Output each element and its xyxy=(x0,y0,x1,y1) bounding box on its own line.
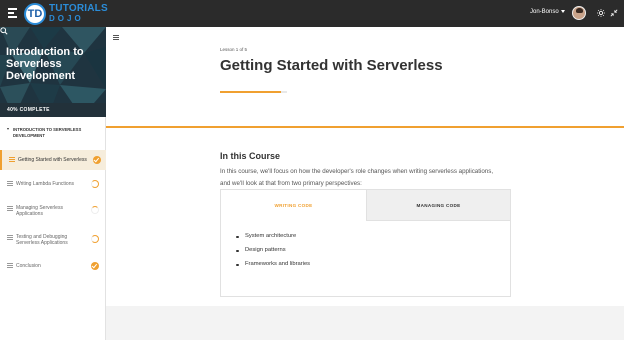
check-circle-icon xyxy=(91,262,99,270)
lesson-icon xyxy=(9,157,15,162)
lesson-icon xyxy=(7,206,13,211)
list-item: Design patterns xyxy=(236,247,310,261)
lesson-label[interactable]: Writing Lambda Functions xyxy=(16,181,90,187)
list-item: Frameworks and libraries xyxy=(236,261,310,275)
lesson-item-managing-serverless[interactable]: Managing Serverless Applications xyxy=(0,202,106,222)
tab-writing-code[interactable]: WRITING CODE xyxy=(221,190,366,221)
lesson-icon xyxy=(7,235,13,240)
lesson-icon xyxy=(7,263,13,268)
progress-ring-icon xyxy=(91,235,99,243)
logo-subtext[interactable]: DOJO xyxy=(49,14,84,23)
content-footer xyxy=(106,306,624,340)
top-bar: TD TUTORIALS DOJO Jon-Bonso xyxy=(0,0,624,27)
intro-text: In this course, we'll focus on how the d… xyxy=(220,168,494,187)
lesson-item-testing-debugging[interactable]: Testing and Debugging Serverless Applica… xyxy=(0,232,106,252)
chevron-down-icon[interactable] xyxy=(561,10,565,13)
caret-down-icon[interactable] xyxy=(7,128,9,130)
progress-ring-icon xyxy=(91,206,99,214)
sun-icon[interactable] xyxy=(597,9,605,17)
search-icon[interactable] xyxy=(0,27,8,35)
progress-ring-icon xyxy=(91,180,99,188)
check-circle-icon xyxy=(93,156,101,164)
title-underline xyxy=(220,91,281,93)
lesson-label[interactable]: Conclusion xyxy=(16,263,90,269)
bullet-list: System architecture Design patterns Fram… xyxy=(236,233,310,275)
lesson-content: Lesson 1 of 5 Getting Started with Serve… xyxy=(106,27,624,340)
avatar[interactable] xyxy=(572,6,586,20)
hamburger-icon[interactable] xyxy=(8,8,17,18)
user-name[interactable]: Jon-Bonso xyxy=(530,9,559,15)
collapse-icon[interactable] xyxy=(610,9,618,17)
lesson-item-conclusion[interactable]: Conclusion xyxy=(0,259,106,279)
lesson-icon xyxy=(7,181,13,186)
lesson-label[interactable]: Managing Serverless Applications xyxy=(16,205,90,217)
lesson-counter: Lesson 1 of 5 xyxy=(220,47,248,52)
lesson-item-writing-lambda[interactable]: Writing Lambda Functions xyxy=(0,174,106,194)
section-toggle[interactable]: INTRODUCTION TO SERVERLESS DEVELOPMENT xyxy=(7,127,102,138)
lesson-item-getting-started[interactable]: Getting Started with Serverless xyxy=(0,150,106,170)
list-item: System architecture xyxy=(236,233,310,247)
course-progress: 40% COMPLETE xyxy=(0,103,106,117)
section-title[interactable]: INTRODUCTION TO SERVERLESS DEVELOPMENT xyxy=(13,127,102,138)
course-title: Introduction to Serverless Development xyxy=(6,46,84,82)
tab-managing-code[interactable]: MANAGING CODE xyxy=(366,190,510,221)
logo-text[interactable]: TUTORIALS xyxy=(49,3,108,14)
title-underline-track xyxy=(281,91,287,93)
progress-text: 40% COMPLETE xyxy=(7,107,50,113)
section-heading: In this Course xyxy=(220,151,281,161)
header-divider xyxy=(106,126,624,128)
course-sidebar: Introduction to Serverless Development 4… xyxy=(0,27,106,340)
page-title: Getting Started with Serverless xyxy=(220,57,443,74)
lesson-label[interactable]: Getting Started with Serverless xyxy=(18,157,92,163)
lesson-label[interactable]: Testing and Debugging Serverless Applica… xyxy=(16,234,90,246)
menu-icon[interactable] xyxy=(113,35,119,40)
logo-mark[interactable]: TD xyxy=(24,3,46,25)
course-hero: Introduction to Serverless Development 4… xyxy=(0,27,106,117)
tabs-panel: WRITING CODE MANAGING CODE System archit… xyxy=(220,189,511,297)
